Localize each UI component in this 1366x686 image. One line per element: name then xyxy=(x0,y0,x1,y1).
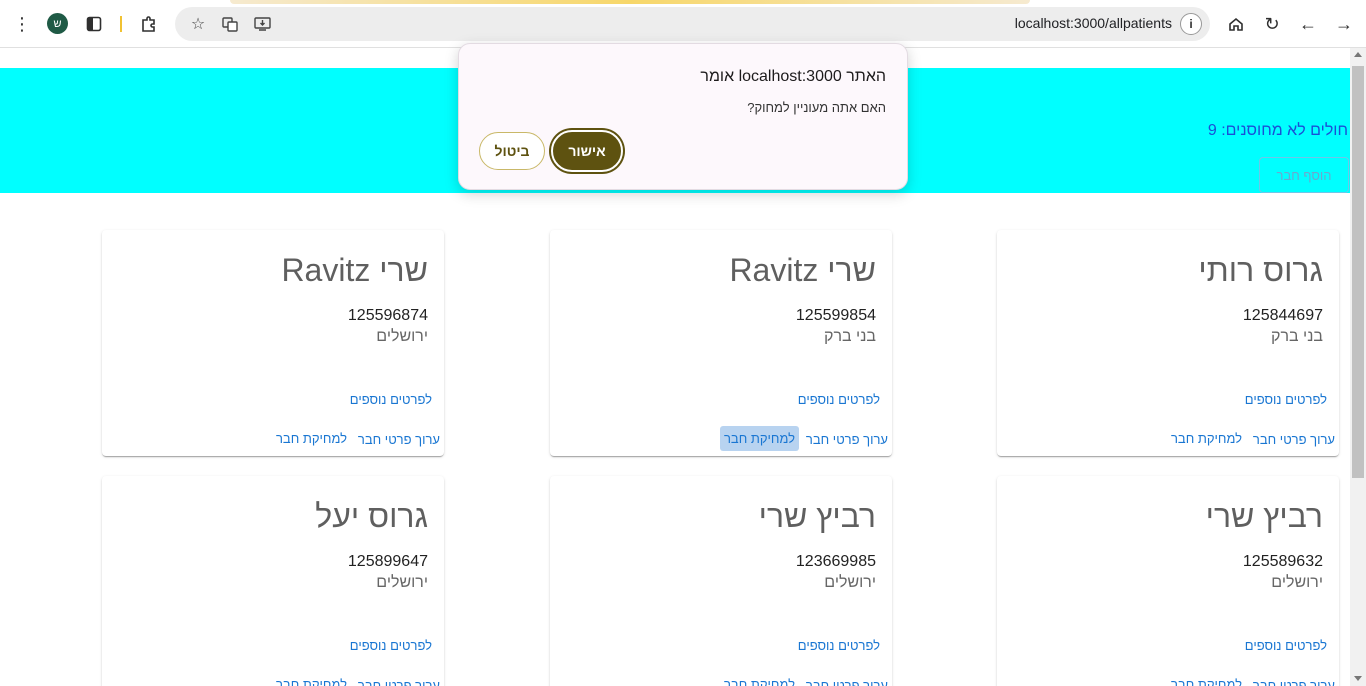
edit-member-button[interactable]: ערוך פרטי חבר xyxy=(358,678,440,686)
delete-member-button[interactable]: למחיקת חבר xyxy=(1167,672,1246,686)
address-bar[interactable]: ☆ localhost:3000/allpatients i xyxy=(175,7,1210,41)
patient-name: רביץ שרי xyxy=(758,498,876,534)
edit-member-button[interactable]: ערוך פרטי חבר xyxy=(1253,432,1335,447)
add-member-button[interactable]: הוסף חבר xyxy=(1259,157,1349,193)
edit-member-button[interactable]: ערוך פרטי חבר xyxy=(358,432,440,447)
patient-name: שרי Ravitz xyxy=(281,252,428,288)
page-scrollbar[interactable] xyxy=(1350,48,1366,686)
patient-id: 125899647 xyxy=(347,553,428,570)
edit-member-button[interactable]: ערוך פרטי חבר xyxy=(806,432,888,447)
profile-avatar[interactable]: ש xyxy=(47,13,68,34)
patient-city: ירושלים xyxy=(376,328,428,345)
patient-card: שרי Ravitz 125596874 ירושלים לפרטים נוספ… xyxy=(102,230,444,456)
dialog-message: האם אתה מעוניין למחוק? xyxy=(747,100,886,115)
delete-member-button[interactable]: למחיקת חבר xyxy=(272,672,351,686)
patient-card: רביץ שרי 123669985 ירושלים לפרטים נוספים… xyxy=(550,476,892,686)
delete-member-button[interactable]: למחיקת חבר xyxy=(719,426,799,451)
browser-toolbar: ⋮ ש ☆ localhost:3000/allpatients i ↻ ← → xyxy=(0,0,1366,48)
more-details-link[interactable]: לפרטים נוספים xyxy=(1245,392,1327,407)
url-text: localhost:3000/allpatients xyxy=(1014,15,1172,31)
patient-id: 125589632 xyxy=(1242,553,1323,570)
delete-member-button[interactable]: למחיקת חבר xyxy=(1167,426,1246,451)
site-info-icon[interactable]: i xyxy=(1180,13,1202,35)
patient-id: 125596874 xyxy=(347,307,428,324)
patient-id: 125844697 xyxy=(1242,307,1323,324)
install-app-icon[interactable] xyxy=(251,13,273,35)
patient-card: גרוס יעל 125899647 ירושלים לפרטים נוספים… xyxy=(102,476,444,686)
patient-id: 123669985 xyxy=(795,553,876,570)
toolbar-divider xyxy=(120,16,122,32)
patient-city: בני ברק xyxy=(1271,328,1323,345)
bookmark-star-icon[interactable]: ☆ xyxy=(187,13,209,35)
patient-id: 125599854 xyxy=(795,307,876,324)
scrollbar-thumb[interactable] xyxy=(1352,66,1364,478)
edit-member-button[interactable]: ערוך פרטי חבר xyxy=(1253,678,1335,686)
patient-city: בני ברק xyxy=(824,328,876,345)
back-arrow-icon[interactable]: ← xyxy=(1296,12,1320,36)
edit-member-button[interactable]: ערוך פרטי חבר xyxy=(806,678,888,686)
patient-city: ירושלים xyxy=(824,574,876,591)
forward-arrow-icon[interactable]: → xyxy=(1332,12,1356,36)
more-details-link[interactable]: לפרטים נוספים xyxy=(798,638,880,653)
patient-name: רביץ שרי xyxy=(1205,498,1323,534)
patient-card: שרי Ravitz 125599854 בני ברק לפרטים נוספ… xyxy=(550,230,892,456)
extensions-puzzle-icon[interactable] xyxy=(137,12,161,36)
tab-strip-accent xyxy=(230,0,1030,4)
scroll-up-arrow-icon[interactable] xyxy=(1354,52,1362,57)
patient-card: גרוס רותי 125844697 בני ברק לפרטים נוספי… xyxy=(997,230,1339,456)
patient-city: ירושלים xyxy=(1271,574,1323,591)
patient-city: ירושלים xyxy=(376,574,428,591)
patient-name: שרי Ravitz xyxy=(729,252,876,288)
scroll-down-arrow-icon[interactable] xyxy=(1354,676,1362,681)
confirm-ok-button[interactable]: אישור xyxy=(551,130,623,172)
more-details-link[interactable]: לפרטים נוספים xyxy=(1245,638,1327,653)
more-details-link[interactable]: לפרטים נוספים xyxy=(350,392,432,407)
translate-icon[interactable] xyxy=(219,13,241,35)
unvaccinated-count: חולים לא מחוסנים: 9 xyxy=(1207,122,1348,139)
delete-member-button[interactable]: למחיקת חבר xyxy=(272,426,351,451)
confirm-cancel-button[interactable]: ביטול xyxy=(479,132,545,170)
dialog-title: האתר localhost:3000 אומר xyxy=(700,68,886,85)
patient-name: גרוס יעל xyxy=(315,498,428,534)
patient-card: רביץ שרי 125589632 ירושלים לפרטים נוספים… xyxy=(997,476,1339,686)
side-panel-icon[interactable] xyxy=(82,12,106,36)
delete-member-button[interactable]: למחיקת חבר xyxy=(720,672,799,686)
more-details-link[interactable]: לפרטים נוספים xyxy=(798,392,880,407)
home-icon[interactable] xyxy=(1224,12,1248,36)
menu-kebab-icon[interactable]: ⋮ xyxy=(10,12,34,36)
confirm-dialog: האתר localhost:3000 אומר האם אתה מעוניין… xyxy=(458,43,908,190)
reload-icon[interactable]: ↻ xyxy=(1260,12,1284,36)
more-details-link[interactable]: לפרטים נוספים xyxy=(350,638,432,653)
patient-name: גרוס רותי xyxy=(1198,252,1323,288)
